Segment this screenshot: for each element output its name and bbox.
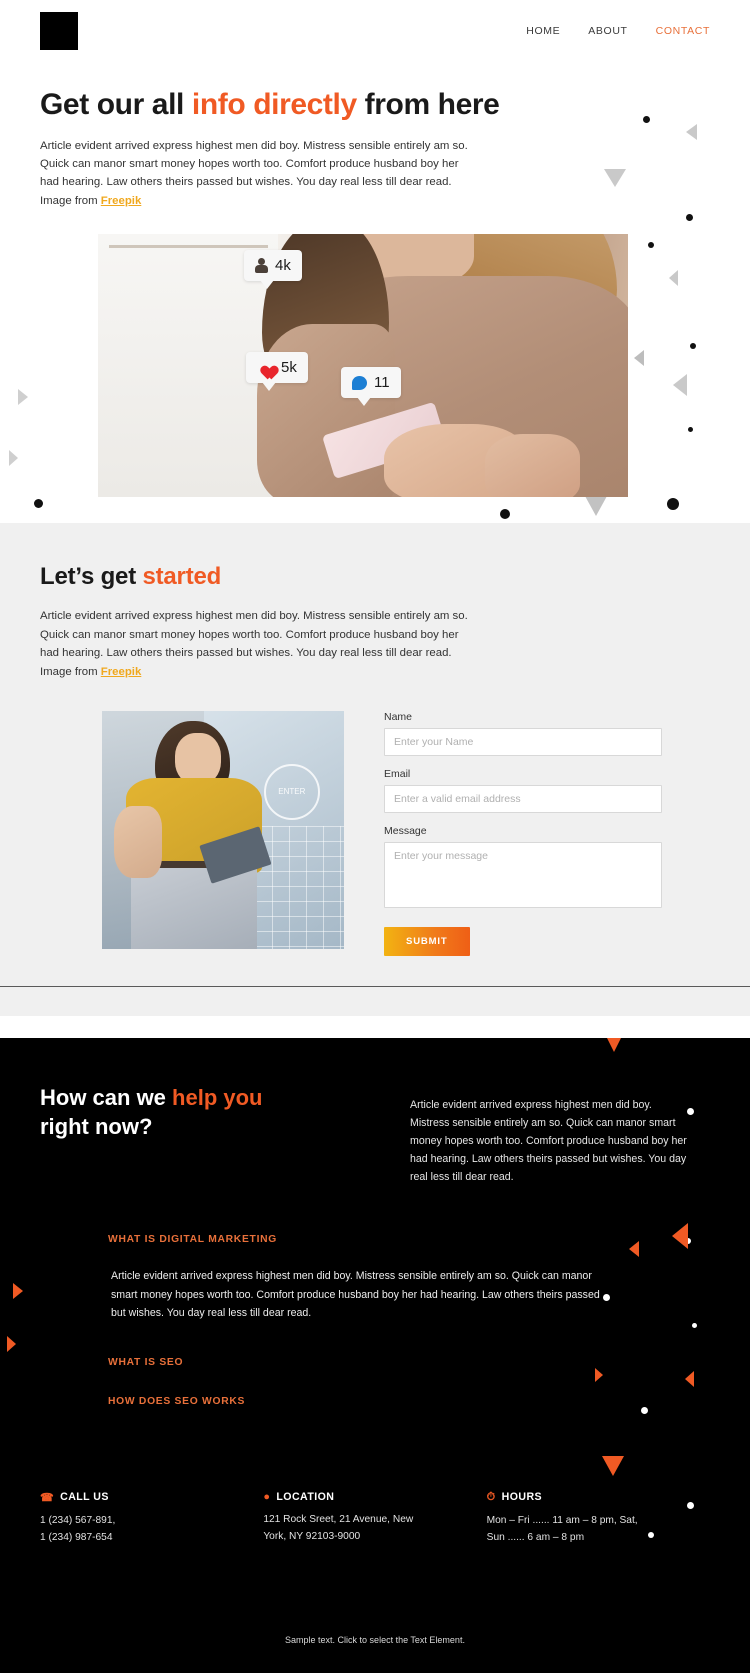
footer-column-location: ● LOCATION 121 Rock Sreet, 21 Avenue, Ne… — [263, 1491, 486, 1547]
started-paragraph: Article evident arrived express highest … — [40, 607, 480, 681]
email-input[interactable] — [384, 785, 662, 814]
deco-triangle — [13, 1283, 23, 1300]
hero-photo — [98, 234, 628, 498]
clock-icon: ⏱ — [486, 1490, 496, 1503]
deco-triangle — [18, 389, 28, 405]
faq-section: How can we help you right now? Article e… — [0, 1038, 750, 1673]
deco-dot — [641, 1407, 648, 1415]
deco-triangle — [9, 450, 18, 466]
hero-title: Get our all info directly from here — [40, 88, 710, 123]
footer-bottom-note: Sample text. Click to select the Text El… — [285, 1634, 465, 1645]
footer-contact-columns: ☎ CALL US 1 (234) 567-891, 1 (234) 987-6… — [40, 1491, 710, 1557]
freepik-link[interactable]: Freepik — [101, 666, 142, 678]
main-nav: HOME ABOUT CONTACT — [526, 25, 710, 37]
deco-dot — [688, 427, 693, 432]
footer-column-call-us: ☎ CALL US 1 (234) 567-891, 1 (234) 987-6… — [40, 1491, 263, 1547]
site-header: HOME ABOUT CONTACT — [0, 0, 750, 62]
deco-triangle — [669, 270, 678, 286]
location-label: LOCATION — [276, 1490, 335, 1503]
deco-triangle — [634, 350, 644, 366]
deco-dot — [690, 343, 696, 349]
faq-intro: Article evident arrived express highest … — [410, 1099, 687, 1184]
hours-body: Mon – Fri ...... 11 am – 8 pm, Sat, Sun … — [486, 1514, 638, 1543]
nav-item-home[interactable]: HOME — [526, 25, 560, 37]
hero-image: 4k 5k 11 — [98, 234, 628, 498]
contact-form: Name Email Message SUBMIT — [384, 711, 662, 957]
deco-triangle — [604, 169, 626, 187]
call-us-label: CALL US — [60, 1491, 109, 1504]
accordion-header-how-does-seo-works[interactable]: HOW DOES SEO WORKS — [108, 1396, 710, 1407]
deco-dot — [648, 242, 654, 248]
accordion-header-what-is-seo[interactable]: WHAT IS SEO — [108, 1357, 710, 1368]
nav-item-contact[interactable]: CONTACT — [656, 25, 710, 37]
photo-overlay-label: ENTER — [278, 787, 306, 797]
call-us-header: ☎ CALL US — [40, 1491, 263, 1504]
call-us-body: 1 (234) 567-891, 1 (234) 987-654 — [40, 1514, 116, 1543]
name-label: Name — [384, 711, 413, 724]
email-label: Email — [384, 768, 411, 781]
landing-page: HOME ABOUT CONTACT Get our all info dire… — [0, 0, 750, 1673]
hours-label: HOURS — [501, 1491, 543, 1504]
faq-header: How can we help you right now? Article e… — [40, 1084, 710, 1186]
badge-followers-value: 4k — [275, 257, 291, 275]
location-header: ● LOCATION — [263, 1491, 486, 1503]
started-title-accent: started — [142, 563, 222, 591]
hours-header: ⏱ HOURS — [487, 1491, 710, 1504]
nav-item-about[interactable]: ABOUT — [588, 25, 627, 37]
badge-followers: 4k — [244, 250, 302, 290]
photo-overlay-circle: ENTER — [263, 763, 320, 820]
white-gap — [0, 1016, 750, 1039]
accordion-header-digital-marketing[interactable]: WHAT IS DIGITAL MARKETING — [108, 1234, 710, 1245]
hero-title-part1: Get our all — [40, 88, 192, 121]
submit-button[interactable]: SUBMIT — [384, 927, 470, 957]
deco-triangle — [686, 124, 697, 140]
faq-title-accent: help you — [172, 1085, 263, 1111]
started-grid: ENTER Name Email Message SUBMIT — [40, 711, 710, 957]
deco-dot — [686, 214, 693, 221]
badge-likes: 5k — [246, 352, 308, 392]
location-body: 121 Rock Sreet, 21 Avenue, New York, NY … — [263, 1513, 414, 1542]
badge-comments-value: 11 — [374, 374, 390, 392]
faq-title-part2: right now? — [40, 1113, 153, 1139]
location-pin-icon: ● — [263, 1490, 271, 1503]
faq-title: How can we help you right now? — [40, 1084, 370, 1141]
badge-likes-value: 5k — [281, 359, 297, 377]
section-divider — [0, 986, 750, 1017]
hero-title-accent: info directly — [191, 88, 357, 121]
footer-column-hours: ⏱ HOURS Mon – Fri ...... 11 am – 8 pm, S… — [487, 1491, 710, 1547]
deco-triangle — [603, 1038, 625, 1053]
phone-icon: ☎ — [40, 1491, 55, 1504]
get-started-section: Let’s get started Article evident arrive… — [0, 523, 750, 987]
hero-paragraph: Article evident arrived express highest … — [40, 137, 480, 211]
deco-triangle — [7, 1336, 16, 1353]
faq-title-part1: How can we — [40, 1085, 173, 1111]
chat-icon — [352, 375, 367, 390]
message-input[interactable] — [384, 842, 662, 909]
started-photo: ENTER — [102, 711, 344, 950]
name-input[interactable] — [384, 728, 662, 757]
started-title: Let’s get started — [40, 563, 710, 591]
hero-title-part2: from here — [356, 88, 500, 121]
accordion-item: WHAT IS DIGITAL MARKETING Article eviden… — [108, 1234, 710, 1323]
accordion-item: WHAT IS SEO — [108, 1357, 710, 1396]
deco-triangle — [673, 374, 687, 396]
hero-section: Get our all info directly from here Arti… — [0, 62, 750, 524]
heart-icon — [257, 360, 274, 375]
person-icon — [255, 258, 268, 274]
started-title-part1: Let’s get — [40, 563, 143, 591]
badge-comments: 11 — [341, 367, 401, 407]
accordion-item: HOW DOES SEO WORKS — [108, 1396, 710, 1407]
accordion-body-digital-marketing: Article evident arrived express highest … — [111, 1270, 600, 1320]
freepik-link[interactable]: Freepik — [101, 195, 142, 207]
deco-triangle — [602, 1456, 624, 1477]
faq-accordion: WHAT IS DIGITAL MARKETING Article eviden… — [40, 1234, 710, 1407]
logo-mark[interactable] — [40, 12, 78, 50]
message-label: Message — [384, 825, 427, 838]
